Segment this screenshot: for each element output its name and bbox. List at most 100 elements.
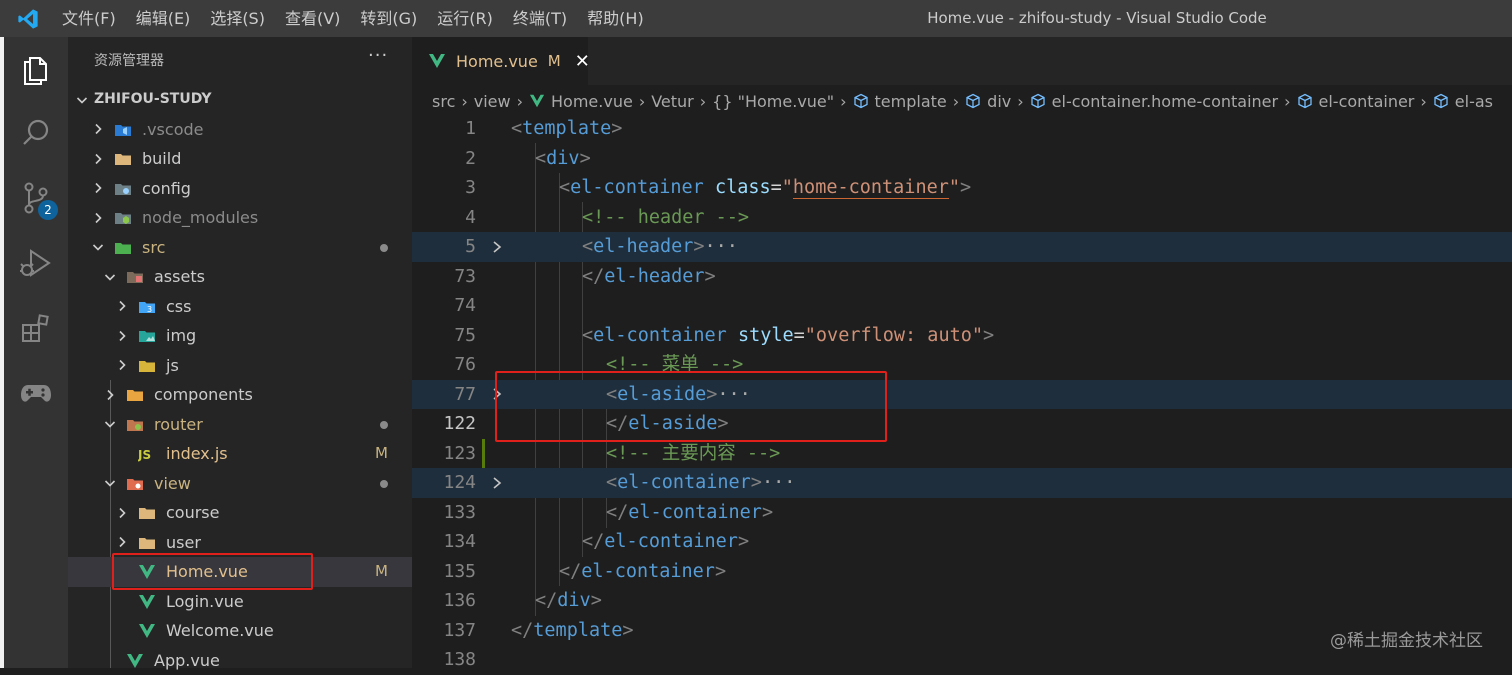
menu-terminal[interactable]: 终端(T) — [503, 0, 577, 37]
code-line-folded[interactable]: 124 <el-container>··· — [412, 468, 1512, 498]
code-text: </template> — [511, 616, 634, 646]
menu-go[interactable]: 转到(G) — [350, 0, 427, 37]
code-line[interactable]: 133 </el-container> — [412, 498, 1512, 528]
tab-home-vue[interactable]: Home.vue M ✕ — [412, 37, 588, 85]
code-line[interactable]: 73 </el-header> — [412, 262, 1512, 292]
tree-item[interactable]: img — [68, 321, 412, 351]
tree-item[interactable]: config — [68, 174, 412, 204]
menu-run[interactable]: 运行(R) — [427, 0, 503, 37]
code-comment: <!-- header --> — [582, 203, 749, 233]
breadcrumb-div-label: div — [987, 92, 1011, 111]
code-text: <div> — [535, 144, 591, 174]
breadcrumb-template-label: template — [875, 92, 947, 111]
router-folder-icon — [126, 416, 144, 434]
tree-item[interactable]: node_modules — [68, 203, 412, 233]
tree-item[interactable]: .vscode — [68, 115, 412, 145]
menu-edit[interactable]: 编辑(E) — [126, 0, 201, 37]
code-line[interactable]: 75 <el-container style="overflow: auto"> — [412, 321, 1512, 351]
editor-area: Home.vue M ✕ src › view › Home.vue › Vet… — [412, 37, 1512, 668]
vscode-logo-icon — [0, 0, 56, 37]
search-icon[interactable] — [4, 107, 68, 159]
tree-item[interactable]: 3css — [68, 292, 412, 322]
extensions-icon[interactable] — [4, 302, 68, 354]
close-icon[interactable]: ✕ — [575, 51, 590, 72]
element-cube-icon — [1030, 93, 1046, 109]
code-line[interactable]: 136 </div> — [412, 586, 1512, 616]
line-number: 135 — [412, 557, 476, 587]
code-line[interactable]: 135 </el-container> — [412, 557, 1512, 587]
breadcrumb-template[interactable]: template — [853, 92, 947, 111]
breadcrumb-vetur[interactable]: Vetur — [651, 92, 694, 111]
chevron-right-icon — [90, 115, 106, 145]
code-text: <el-container class="home-container"> — [559, 173, 971, 203]
tree-item[interactable]: Welcome.vue — [68, 616, 412, 646]
tree-item[interactable]: view — [68, 469, 412, 499]
breadcrumb-div[interactable]: div — [965, 92, 1011, 111]
breadcrumb-file[interactable]: Home.vue — [529, 92, 633, 111]
breadcrumb-el-container[interactable]: el-container — [1297, 92, 1415, 111]
breadcrumb-home-container[interactable]: el-container.home-container — [1030, 92, 1278, 111]
breadcrumb-src[interactable]: src — [432, 92, 455, 111]
tree-item[interactable]: course — [68, 498, 412, 528]
vscode-folder-icon — [114, 121, 132, 139]
element-cube-icon — [965, 93, 981, 109]
tree-item-label: node_modules — [142, 203, 258, 233]
chevron-down-icon — [74, 85, 90, 115]
tree-item[interactable]: build — [68, 144, 412, 174]
tree-item-label: config — [142, 174, 191, 204]
tree-item[interactable]: src — [68, 233, 412, 263]
tree-item[interactable]: components — [68, 380, 412, 410]
chevron-right-icon — [114, 292, 130, 322]
git-status-badge: M — [375, 557, 388, 587]
components-folder-icon — [126, 386, 144, 404]
tree-item[interactable]: Login.vue — [68, 587, 412, 617]
tree-item[interactable]: router — [68, 410, 412, 440]
chevron-right-icon — [114, 321, 130, 351]
breadcrumb-file-label: Home.vue — [551, 92, 633, 111]
workspace-root[interactable]: ZHIFOU-STUDY — [68, 85, 412, 115]
breadcrumb-el-aside-label: el-as — [1455, 92, 1493, 111]
chevron-right-icon — [114, 498, 130, 528]
more-actions-icon[interactable]: ··· — [368, 45, 388, 66]
tree-item[interactable]: js — [68, 351, 412, 381]
line-number: 77 — [412, 380, 476, 410]
line-number: 73 — [412, 262, 476, 292]
code-line[interactable]: 1 <template> — [412, 114, 1512, 144]
css-folder-icon: 3 — [138, 298, 156, 316]
chevron-right-icon — [90, 203, 106, 233]
tree-item[interactable]: assets — [68, 262, 412, 292]
menu-selection[interactable]: 选择(S) — [200, 0, 275, 37]
run-debug-icon[interactable] — [4, 237, 68, 289]
breadcrumb-module[interactable]: {} "Home.vue" — [712, 92, 834, 111]
src-folder-icon — [114, 239, 132, 257]
code-text: </el-container> — [582, 527, 749, 557]
chevron-right-icon: › — [840, 92, 846, 111]
watermark: @稀土掘金技术社区 — [1330, 626, 1483, 651]
source-control-icon[interactable] — [4, 172, 68, 224]
tree-item[interactable]: JSindex.jsM — [68, 439, 412, 469]
explorer-icon[interactable] — [4, 43, 68, 95]
code-line[interactable]: 2 <div> — [412, 144, 1512, 174]
tree-item[interactable]: App.vue — [68, 646, 412, 675]
code-line[interactable]: 4 <!-- header --> — [412, 203, 1512, 233]
vue-file-icon — [428, 52, 446, 70]
code-line[interactable]: 3 <el-container class="home-container"> — [412, 173, 1512, 203]
code-line-folded[interactable]: 5 <el-header>··· — [412, 232, 1512, 262]
breadcrumb-el-container-label: el-container — [1319, 92, 1415, 111]
breadcrumb-el-aside[interactable]: el-as — [1433, 92, 1493, 111]
line-number: 4 — [412, 203, 476, 233]
config-folder-icon — [114, 180, 132, 198]
menu-view[interactable]: 查看(V) — [275, 0, 350, 37]
line-number: 5 — [412, 232, 476, 262]
code-line[interactable]: 74 — [412, 291, 1512, 321]
node-folder-icon — [114, 209, 132, 227]
gamepad-icon[interactable] — [4, 367, 68, 419]
code-line[interactable]: 134 </el-container> — [412, 527, 1512, 557]
chevron-right-icon[interactable] — [490, 468, 504, 498]
menu-file[interactable]: 文件(F) — [56, 0, 126, 37]
menu-help[interactable]: 帮助(H) — [577, 0, 654, 37]
code-line[interactable]: 123 <!-- 主要内容 --> — [412, 439, 1512, 469]
chevron-right-icon[interactable] — [490, 232, 504, 262]
tree-item-label: img — [166, 321, 196, 351]
breadcrumb-view[interactable]: view — [474, 92, 511, 111]
